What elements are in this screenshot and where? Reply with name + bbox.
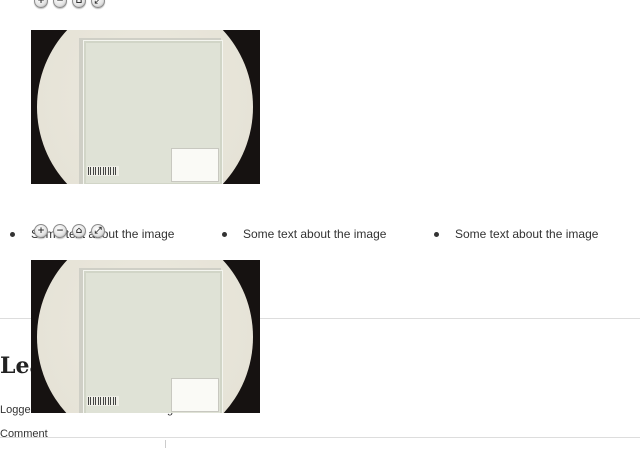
comment-textarea[interactable] [0,437,640,457]
fullscreen-icon[interactable]: ⤢ [91,0,105,8]
zoom-in-icon[interactable]: + [34,0,48,8]
zoom-controls-bottom: + − ⌂ ⤢ [34,224,105,238]
image-viewer-bottom[interactable] [31,260,260,413]
list-item: Some text about the image [433,227,599,241]
image-viewer-top[interactable] [31,30,260,184]
home-icon[interactable]: ⌂ [72,0,86,8]
list-item: Some text about the image [221,227,387,241]
specimen-label-card [171,148,219,182]
barcode-label [87,166,119,176]
fullscreen-icon[interactable]: ⤢ [91,224,105,238]
zoom-in-icon[interactable]: + [34,224,48,238]
zoom-out-icon[interactable]: − [53,0,67,8]
textarea-edge [165,440,166,448]
zoom-out-icon[interactable]: − [53,224,67,238]
barcode-label [87,396,119,406]
specimen-label-card [171,378,219,412]
zoom-controls-top: + − ⌂ ⤢ [34,0,105,8]
home-icon[interactable]: ⌂ [72,224,86,238]
